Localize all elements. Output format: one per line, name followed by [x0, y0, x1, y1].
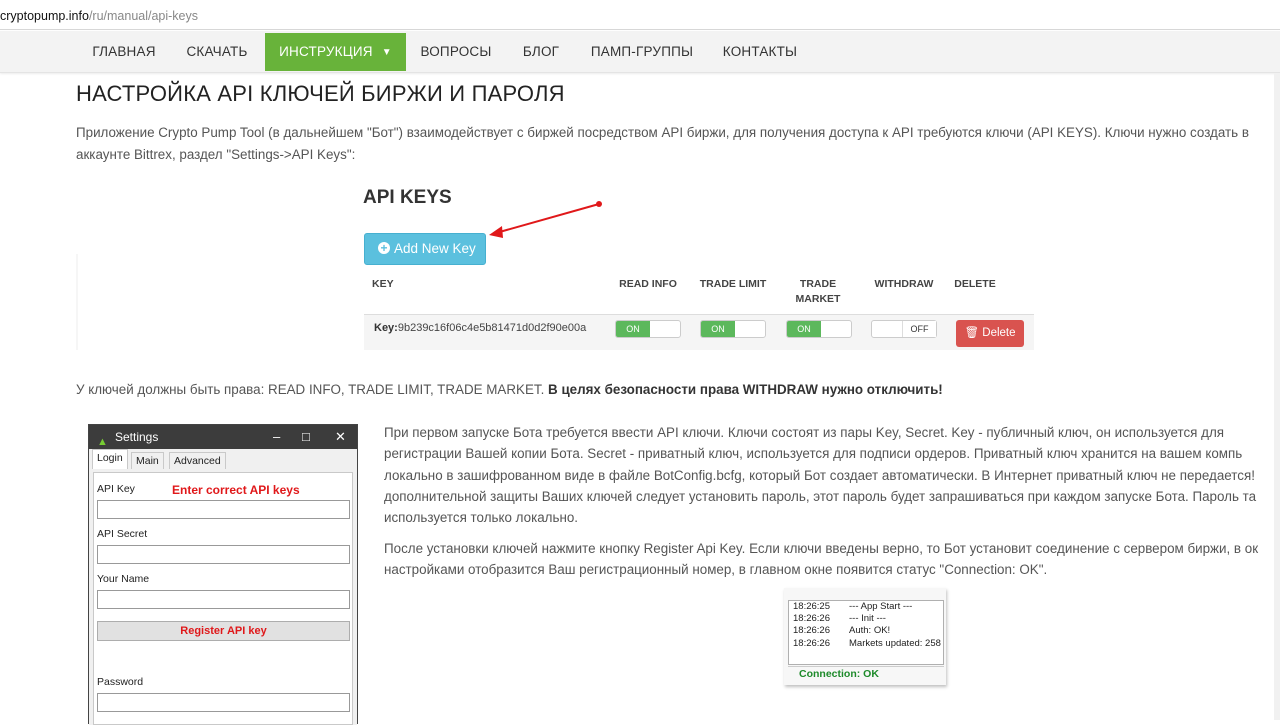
- log-row: 18:26:26 Markets updated: 258: [793, 638, 943, 650]
- read-info-toggle[interactable]: ON: [615, 320, 681, 338]
- window-titlebar: ▲ Settings – □ ✕: [89, 425, 357, 449]
- url-host: cryptopump.info: [0, 9, 89, 23]
- paragraph-line: регистрации Вашей копии Бота. Secret - п…: [384, 446, 1243, 462]
- paragraph-line: дополнительной защиты Ваших ключей следу…: [384, 488, 1257, 504]
- api-keys-warning: Enter correct API keys: [172, 483, 300, 497]
- rights-warning: В целях безопасности права WITHDRAW нужн…: [548, 382, 943, 397]
- nav-item-blog[interactable]: БЛОГ: [506, 33, 576, 71]
- api-secret-label: API Secret: [97, 528, 148, 540]
- intro-paragraph: Приложение Crypto Pump Tool (в дальнейше…: [76, 122, 1276, 166]
- maximize-icon: □: [302, 429, 310, 444]
- log-time: 18:26:25: [793, 601, 830, 612]
- window-title: Settings: [115, 430, 159, 444]
- delete-key-button[interactable]: 🗑 Delete: [956, 320, 1024, 347]
- log-list: 18:26:25 --- App Start --- 18:26:26 --- In…: [788, 600, 944, 665]
- connection-status: Connection: OK: [788, 666, 944, 680]
- key-value: 9b239c16f06c4e5b81471d0d2f90e00a: [397, 322, 587, 334]
- toggle-state: ON: [787, 321, 821, 337]
- col-header-read-info: READ INFO: [619, 278, 677, 290]
- register-api-key-button: Register API key: [97, 621, 350, 641]
- api-keys-screenshot: API KEYS + Add New Key KEY READ INFO TRAD…: [76, 176, 1056, 354]
- col-header-delete: DELETE: [954, 278, 996, 290]
- first-run-paragraph: При первом запуске Бота требуется ввести…: [384, 422, 1280, 528]
- log-row: 18:26:26 Auth: OK!: [793, 625, 943, 637]
- api-secret-field: [97, 545, 350, 564]
- log-window-screenshot: 18:26:25 --- App Start --- 18:26:26 --- In…: [784, 588, 946, 685]
- minimize-icon: –: [273, 429, 281, 444]
- tab-advanced: Advanced: [169, 452, 226, 469]
- key-cell: Key:9b239c16f06c4e5b81471d0d2f90e00a: [374, 322, 586, 334]
- delete-label: Delete: [982, 327, 1016, 339]
- chevron-down-icon: ▼: [381, 47, 392, 58]
- api-key-label: API Key: [97, 483, 135, 495]
- toggle-state: ON: [701, 321, 735, 337]
- url-path: /ru/manual/api-keys: [88, 9, 199, 23]
- col-header-trade-limit: TRADE LIMIT: [699, 278, 767, 290]
- rights-text: У ключей должны быть права: READ INFO, T…: [76, 382, 545, 397]
- intro-line: аккаунте Bittrex, раздел "Settings->API …: [76, 147, 356, 162]
- col-header-trade-market: TRADE MARKET: [795, 278, 841, 305]
- paragraph-line: настройками отобразится Ваш регистрацион…: [384, 562, 1048, 578]
- log-time: 18:26:26: [793, 637, 830, 649]
- your-name-field: [97, 590, 350, 609]
- main-nav: ГЛАВНАЯ СКАЧАТЬ ИНСТРУКЦИЯ ▼ ВОПРОСЫ БЛОГ…: [0, 31, 1280, 73]
- log-text: Markets updated: 258: [849, 637, 941, 649]
- intro-line: Приложение Crypto Pump Tool (в дальнейше…: [76, 125, 1249, 140]
- log-text: Auth: OK!: [849, 625, 891, 637]
- red-arrow-icon: [489, 201, 602, 238]
- toggle-state: ON: [616, 321, 650, 337]
- trade-limit-toggle[interactable]: ON: [700, 320, 766, 338]
- paragraph-line: После установки ключей нажмите кнопку Re…: [384, 541, 1259, 556]
- api-key-field: [97, 500, 350, 519]
- tab-login: Login: [92, 449, 128, 469]
- nav-item-faq[interactable]: ВОПРОСЫ: [408, 33, 504, 71]
- log-text: --- App Start ---: [849, 601, 913, 612]
- login-panel: API Key Enter correct API keys API Secre…: [93, 472, 353, 725]
- toggle-state: OFF: [902, 321, 936, 337]
- withdraw-toggle[interactable]: OFF: [871, 320, 937, 338]
- nav-item-pump-groups[interactable]: ПАМП-ГРУППЫ: [578, 33, 706, 71]
- window-body: Login Main Advanced API Key Enter correc…: [89, 449, 357, 725]
- your-name-label: Your Name: [97, 573, 150, 585]
- nav-item-manual-label: ИНСТРУКЦИЯ: [279, 44, 373, 59]
- log-row: 18:26:25 --- App Start ---: [793, 601, 943, 613]
- log-time: 18:26:26: [793, 613, 830, 625]
- address-bar[interactable]: cryptopump.info/ru/manual/api-keys: [0, 0, 1280, 30]
- page-title: НАСТРОЙКА API КЛЮЧЕЙ БИРЖИ И ПАРОЛЯ: [76, 81, 565, 106]
- nav-item-download[interactable]: СКАЧАТЬ: [172, 33, 262, 71]
- nav-item-contacts[interactable]: КОНТАКТЫ: [708, 33, 812, 71]
- log-row: 18:26:26 --- Init ---: [793, 613, 943, 625]
- paragraph-line: При первом запуске Бота требуется ввести…: [384, 425, 1225, 440]
- rights-paragraph: У ключей должны быть права: READ INFO, T…: [76, 382, 943, 397]
- tab-main: Main: [131, 452, 164, 469]
- add-new-key-button[interactable]: + Add New Key: [364, 233, 486, 265]
- plus-circle-icon: +: [378, 242, 390, 254]
- close-icon: ✕: [335, 429, 346, 444]
- api-keys-title: API KEYS: [363, 187, 452, 208]
- log-time: 18:26:26: [793, 625, 830, 637]
- image-edge: [76, 254, 78, 350]
- log-text: --- Init ---: [849, 613, 886, 625]
- key-label: Key:: [374, 322, 398, 334]
- trash-icon: 🗑: [964, 327, 980, 339]
- add-new-key-label: Add New Key: [394, 241, 476, 256]
- password-label: Password: [97, 676, 144, 688]
- settings-window-screenshot: ▲ Settings – □ ✕ Login Main Advanced API…: [88, 424, 358, 725]
- page-scrollbar[interactable]: [1274, 73, 1280, 720]
- register-paragraph: После установки ключей нажмите кнопку Re…: [384, 538, 1280, 581]
- nav-item-home[interactable]: ГЛАВНАЯ: [78, 33, 170, 71]
- nav-item-manual[interactable]: ИНСТРУКЦИЯ ▼: [265, 33, 406, 71]
- password-field: [97, 693, 350, 712]
- trade-market-toggle[interactable]: ON: [786, 320, 852, 338]
- col-header-key: KEY: [372, 278, 394, 290]
- paragraph-line: локально в зашифрованном виде в файле Bo…: [384, 467, 1255, 483]
- col-header-withdraw: WITHDRAW: [874, 278, 934, 290]
- paragraph-line: используется только локально.: [384, 510, 579, 526]
